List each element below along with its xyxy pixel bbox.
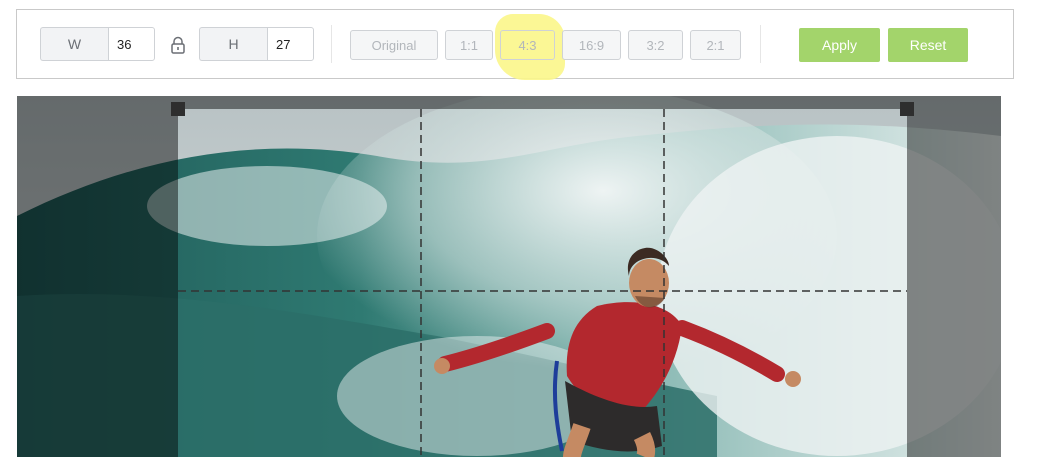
width-label: W <box>40 27 108 61</box>
reset-button[interactable]: Reset <box>888 28 968 62</box>
crop-grid-lines <box>178 109 907 457</box>
height-group: H <box>199 27 314 61</box>
ratio-1-1-button[interactable]: 1:1 <box>445 30 493 60</box>
ratio-4-3-button[interactable]: 4:3 <box>500 30 555 60</box>
toolbar-divider <box>331 25 332 63</box>
crop-handle-top-left[interactable] <box>171 102 185 116</box>
crop-selection[interactable] <box>171 102 914 457</box>
ratio-16-9-button[interactable]: 16:9 <box>562 30 621 60</box>
lock-icon[interactable] <box>170 36 186 54</box>
ratio-3-2-button[interactable]: 3:2 <box>628 30 683 60</box>
height-input[interactable] <box>267 27 314 61</box>
ratio-2-1-button[interactable]: 2:1 <box>690 30 741 60</box>
crop-canvas[interactable] <box>17 96 1001 457</box>
width-input[interactable] <box>108 27 155 61</box>
height-label: H <box>199 27 267 61</box>
crop-toolbar: W H Original 1:1 4:3 16:9 3:2 2:1 Apply … <box>16 9 1014 80</box>
ratio-original-button[interactable]: Original <box>350 30 438 60</box>
apply-button[interactable]: Apply <box>799 28 880 62</box>
crop-handle-top-right[interactable] <box>900 102 914 116</box>
width-group: W <box>40 27 155 61</box>
toolbar-divider <box>760 25 761 63</box>
